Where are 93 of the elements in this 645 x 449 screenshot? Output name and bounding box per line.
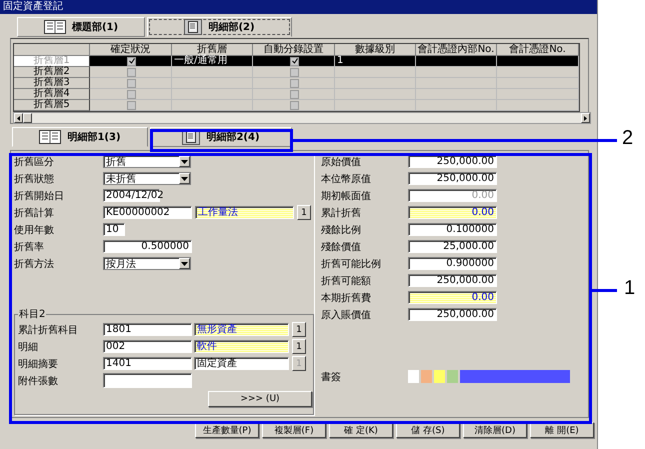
column-header: 自動分錄設置	[253, 44, 335, 56]
table-cell: 1	[335, 56, 416, 67]
leader-line	[592, 289, 617, 292]
checkbox[interactable]	[290, 68, 299, 76]
group-title: 科目2	[18, 308, 46, 321]
field-label: 折舊計算	[14, 206, 55, 220]
color-swatch[interactable]	[421, 370, 432, 383]
field-label: 折舊可能比例	[321, 258, 382, 270]
column-header: 折舊層	[172, 44, 253, 56]
row-header[interactable]: 折舊層2	[14, 67, 90, 78]
field-label: 折舊率	[14, 240, 45, 254]
field-label: 本位幣原值	[321, 172, 372, 186]
field-label: 折舊開始日	[14, 190, 65, 202]
name-field: 軟件	[194, 340, 289, 353]
color-swatch[interactable]	[408, 370, 419, 383]
column-header: 會計憑證內部No.	[416, 44, 497, 56]
checkbox[interactable]	[290, 78, 299, 88]
callout-number: 2	[622, 127, 634, 150]
amount-field[interactable]: 0.00	[408, 206, 497, 219]
field-label: 累計折舊	[321, 206, 362, 220]
field-label: 折舊區分	[14, 156, 55, 168]
column-header: 確定狀況	[90, 44, 172, 56]
scroll-thumb[interactable]	[23, 113, 32, 123]
code-field[interactable]: KE00000002	[103, 206, 192, 219]
field-label: 折舊方法	[14, 258, 55, 270]
dropdown[interactable]: 按月法	[103, 257, 191, 270]
color-swatch[interactable]	[447, 370, 458, 383]
row-header[interactable]: 折舊層4	[14, 89, 90, 100]
checkbox[interactable]	[127, 90, 136, 98]
document-icon	[184, 19, 202, 35]
horizontal-scrollbar[interactable]	[13, 112, 591, 124]
code-field[interactable]: 1801	[103, 323, 192, 336]
checkbox[interactable]	[127, 78, 136, 88]
lookup-button[interactable]: 1	[292, 322, 306, 337]
input-field[interactable]: 0.500000	[103, 240, 192, 253]
row-header[interactable]: 折舊層3	[14, 78, 90, 89]
checkbox[interactable]	[290, 90, 299, 98]
more-button[interactable]: >>> (U)	[208, 391, 312, 407]
tab[interactable]: 明細部(2)	[147, 17, 292, 37]
code-field[interactable]: 002	[103, 340, 192, 353]
field-label: 折舊狀態	[14, 172, 55, 186]
amount-field[interactable]: 250,000.00	[408, 308, 497, 321]
name-field: 無形資產	[194, 323, 289, 336]
amount-field[interactable]: 25,000.00	[408, 240, 497, 253]
amount-field[interactable]: 250,000.00	[408, 274, 497, 287]
field-label: 原入賬價值	[321, 308, 372, 322]
amount-field[interactable]: 0.900000	[408, 257, 497, 270]
field-label: 殘餘價值	[321, 240, 362, 254]
name-field: 工作量法	[195, 206, 294, 219]
checkbox[interactable]	[127, 68, 136, 76]
checkbox[interactable]	[127, 100, 136, 110]
book-icon	[44, 20, 66, 34]
scroll-right-icon[interactable]	[584, 116, 587, 120]
field-label: 明細摘要	[18, 358, 59, 370]
table-cell: 一般/通常用	[172, 56, 253, 67]
tab[interactable]: 明細部1(3)	[12, 127, 148, 147]
window-title: 固定資產登記	[0, 0, 597, 14]
amount-field[interactable]: 0.100000	[408, 223, 497, 236]
callout-number: 1	[624, 277, 636, 300]
dropdown[interactable]: 未折舊	[103, 172, 191, 185]
checkbox[interactable]	[290, 56, 299, 66]
amount-field[interactable]: 0.00	[408, 291, 497, 304]
field-label: 原始價值	[321, 156, 362, 168]
name-field: 固定資產	[194, 357, 289, 370]
column-header: 會計憑證No.	[497, 44, 579, 56]
dropdown-arrow-icon	[181, 160, 188, 164]
scroll-left-icon[interactable]	[17, 116, 20, 120]
amount-field[interactable]: 250,000.00	[408, 172, 497, 185]
lookup-button[interactable]: 1	[292, 339, 306, 354]
field-label: 附件張數	[18, 374, 59, 388]
color-swatch[interactable]	[460, 370, 570, 383]
row-header[interactable]: 折舊層5	[14, 100, 90, 111]
dropdown-arrow-icon	[181, 262, 188, 266]
checkbox[interactable]	[127, 56, 136, 66]
field-label: 本期折舊費	[321, 292, 372, 304]
field-label: 折舊可能額	[321, 274, 372, 288]
checkbox[interactable]	[290, 100, 299, 110]
field-label: 明細	[18, 340, 39, 354]
lookup-button[interactable]: 1	[297, 205, 311, 220]
field-label: 書簽	[321, 370, 342, 384]
field-label: 期初帳面值	[321, 190, 372, 202]
tab[interactable]: 標題部(1)	[17, 17, 145, 37]
column-header: 數據級別	[335, 44, 416, 56]
field-label: 殘餘比例	[321, 224, 362, 236]
input-field[interactable]: 10	[103, 223, 125, 236]
dropdown[interactable]: 折舊	[103, 155, 191, 168]
field-label: 累計折舊科目	[18, 324, 79, 336]
amount-field[interactable]: 250,000.00	[408, 155, 497, 168]
dropdown-arrow-icon	[181, 176, 188, 180]
book-icon	[39, 130, 62, 144]
field-label: 使用年數	[14, 224, 55, 236]
input-field[interactable]	[103, 373, 192, 388]
color-swatch[interactable]	[434, 370, 445, 383]
